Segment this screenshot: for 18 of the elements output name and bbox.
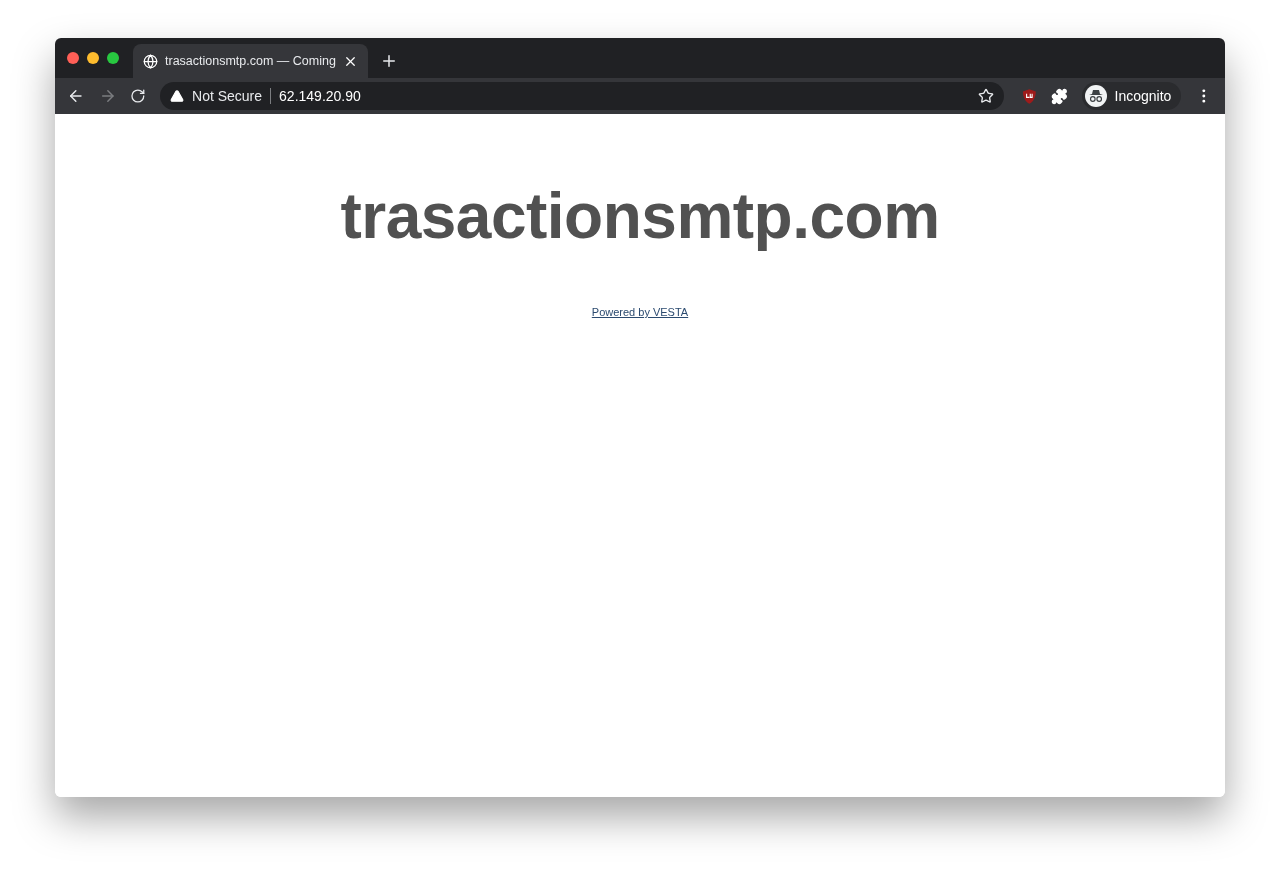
security-label: Not Secure xyxy=(192,86,263,106)
maximize-window-button[interactable] xyxy=(107,52,119,64)
close-window-button[interactable] xyxy=(67,52,79,64)
url-text: 62.149.20.90 xyxy=(279,86,362,106)
back-icon[interactable] xyxy=(67,87,85,105)
reload-icon[interactable] xyxy=(130,88,146,104)
incognito-icon xyxy=(1084,85,1107,107)
tab-title: trasactionsmtp.com — Coming xyxy=(165,52,336,70)
warning-icon xyxy=(170,89,184,103)
shield-icon[interactable] xyxy=(1022,87,1037,105)
browser-tab[interactable]: trasactionsmtp.com — Coming xyxy=(133,44,368,78)
profile-button[interactable]: Incognito xyxy=(1081,82,1182,110)
bookmark-star-icon[interactable] xyxy=(978,88,995,104)
globe-icon xyxy=(143,53,158,69)
minimize-window-button[interactable] xyxy=(87,52,99,64)
address-bar[interactable]: Not Secure 62.149.20.90 xyxy=(160,82,1005,110)
powered-by-link[interactable]: Powered by VESTA xyxy=(591,304,689,321)
extensions-icon[interactable] xyxy=(1050,87,1068,105)
